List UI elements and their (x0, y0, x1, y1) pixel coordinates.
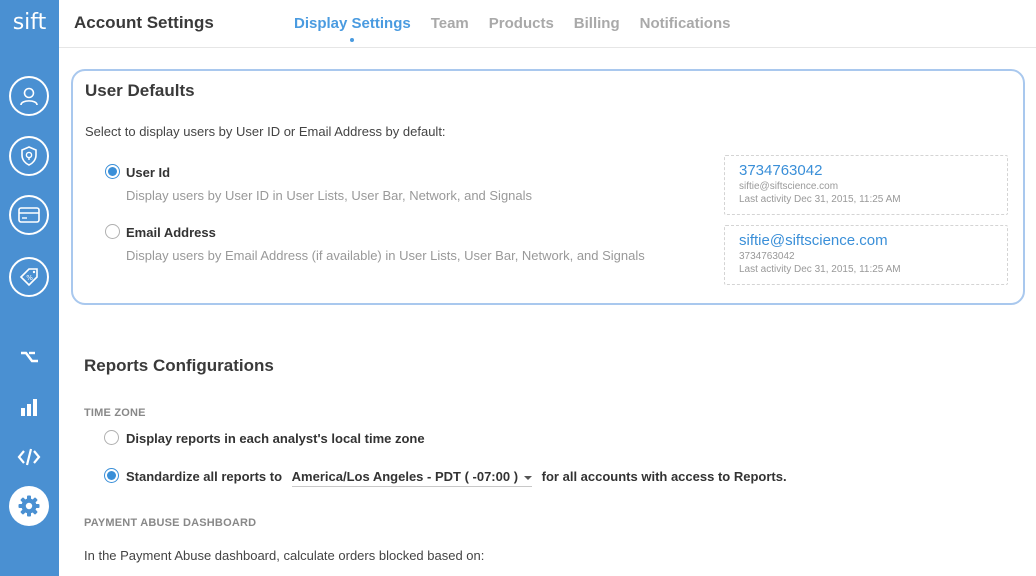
local-time-zone-radio[interactable] (104, 430, 119, 445)
user-id-label[interactable]: User Id (126, 165, 170, 180)
email-address-radio[interactable] (105, 224, 120, 239)
payment-abuse-description: In the Payment Abuse dashboard, calculat… (84, 548, 485, 563)
preview-last-activity: Last activity Dec 31, 2015, 11:25 AM (739, 264, 901, 275)
user-id-description: Display users by User ID in User Lists, … (126, 188, 533, 203)
workflow-icon (21, 351, 38, 363)
header: Account Settings Display Settings Team P… (59, 0, 1036, 48)
time-zone-selected-value: America/Los Angeles - PDT ( -07:00 ) (291, 469, 519, 484)
time-zone-heading: TIME ZONE (84, 407, 146, 419)
tab-notifications[interactable]: Notifications (640, 15, 731, 32)
bar-chart-icon (21, 399, 37, 416)
standard-time-zone-row: Standardize all reports to America/Los A… (126, 469, 787, 487)
user-defaults-card: User Defaults Select to display users by… (71, 69, 1025, 305)
sidebar-item-workflows[interactable] (15, 343, 43, 371)
standard-time-zone-prefix[interactable]: Standardize all reports to (126, 469, 282, 484)
tab-display-settings[interactable]: Display Settings (294, 15, 411, 42)
standard-time-zone-suffix: for all accounts with access to Reports. (541, 469, 787, 484)
page-title: Account Settings (74, 13, 214, 32)
reports-section-title: Reports Configurations (84, 356, 274, 375)
user-defaults-description: Select to display users by User ID or Em… (85, 124, 446, 139)
shield-lightbulb-icon (21, 146, 37, 166)
preview-last-activity: Last activity Dec 31, 2015, 11:25 AM (739, 194, 901, 205)
user-icon (20, 87, 38, 106)
preview-primary-id: 3734763042 (739, 162, 823, 179)
code-icon (17, 448, 41, 466)
preview-secondary: siftie@siftscience.com (739, 181, 839, 192)
email-preview: siftie@siftscience.com 3734763042 Last a… (724, 225, 1008, 285)
preview-secondary: 3734763042 (739, 251, 795, 262)
gear-icon (18, 495, 40, 517)
email-address-description: Display users by Email Address (if avail… (126, 248, 645, 263)
sift-logo[interactable]: sift (0, 10, 59, 35)
user-id-radio[interactable] (105, 164, 120, 179)
user-defaults-title: User Defaults (85, 81, 195, 100)
sidebar-item-settings[interactable] (9, 486, 49, 526)
tab-products[interactable]: Products (489, 15, 554, 32)
sidebar-item-developer[interactable] (15, 443, 43, 471)
preview-primary-email: siftie@siftscience.com (739, 232, 888, 249)
sidebar-item-reports[interactable] (15, 393, 43, 421)
sidebar-item-payment-protection[interactable] (9, 195, 49, 235)
credit-card-icon (18, 207, 40, 223)
sidebar-item-users[interactable] (9, 76, 49, 116)
email-address-label[interactable]: Email Address (126, 225, 216, 240)
sidebar-item-account-defense[interactable] (9, 136, 49, 176)
chevron-down-icon (524, 475, 533, 480)
settings-tabs: Display Settings Team Products Billing N… (294, 15, 750, 42)
standard-time-zone-radio[interactable] (104, 468, 119, 483)
tab-billing[interactable]: Billing (574, 15, 620, 32)
sidebar-item-promotion-abuse[interactable]: % (9, 257, 49, 297)
user-id-preview: 3734763042 siftie@siftscience.com Last a… (724, 155, 1008, 215)
local-time-zone-label[interactable]: Display reports in each analyst's local … (126, 431, 425, 446)
svg-text:%: % (26, 274, 33, 282)
tab-team[interactable]: Team (431, 15, 469, 32)
sidebar: sift % (0, 0, 59, 576)
time-zone-select[interactable]: America/Los Angeles - PDT ( -07:00 ) (291, 469, 533, 487)
promo-tag-icon: % (19, 268, 38, 287)
payment-abuse-heading: PAYMENT ABUSE DASHBOARD (84, 517, 257, 529)
